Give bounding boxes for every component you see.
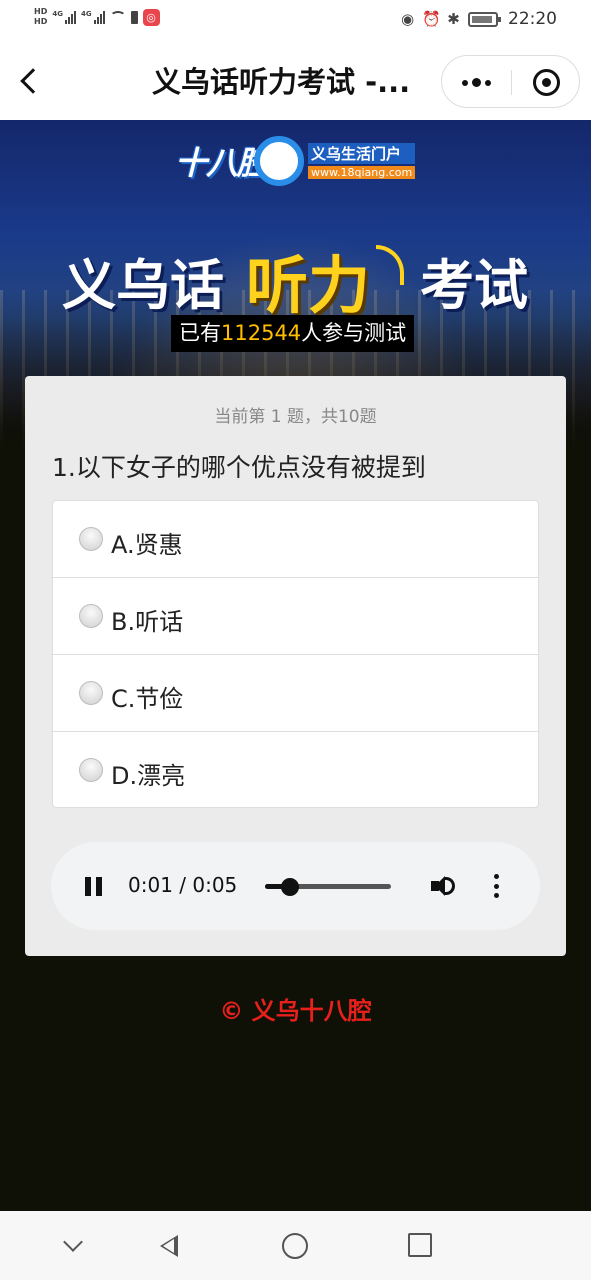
more-dots-icon[interactable] bbox=[442, 56, 511, 109]
network-label: 4G bbox=[52, 10, 63, 18]
title-part2: 考试 bbox=[420, 253, 529, 317]
signal-icon: 4G bbox=[52, 10, 76, 24]
system-nav-bar bbox=[0, 1211, 591, 1280]
seek-thumb[interactable] bbox=[281, 878, 300, 896]
capsule-divider bbox=[511, 70, 512, 95]
title-highlight: 听力 bbox=[246, 249, 371, 322]
status-time: 22:20 bbox=[508, 9, 557, 29]
question-text: 1.以下女子的哪个优点没有被提到 bbox=[52, 453, 426, 482]
bluetooth-icon: ✱ bbox=[447, 9, 460, 28]
magnifier-icon bbox=[254, 136, 305, 186]
logo-tagline-group: 义乌生活门户 www.18qiang.com bbox=[308, 143, 416, 179]
option-label: A.贤惠 bbox=[111, 531, 183, 559]
question-progress: 当前第 1 题，共10题 bbox=[214, 407, 377, 427]
nav-bar: 义乌话听力考试 -... bbox=[0, 42, 591, 120]
radio-button[interactable] bbox=[79, 527, 103, 551]
hide-nav-icon[interactable] bbox=[61, 1233, 87, 1259]
option-a[interactable]: A.贤惠 bbox=[53, 501, 538, 578]
more-vert-icon[interactable] bbox=[492, 874, 500, 898]
quiz-card: 当前第 1 题，共10题 1.以下女子的哪个优点没有被提到 A.贤惠 B.听话 … bbox=[25, 376, 566, 956]
hd-icon: HD HD bbox=[34, 7, 47, 27]
signal-icon: 4G bbox=[81, 10, 105, 24]
miniprogram-capsule bbox=[441, 55, 580, 108]
radio-button[interactable] bbox=[79, 758, 103, 782]
option-c[interactable]: C.节俭 bbox=[53, 655, 538, 732]
status-left: HD HD 4G 4G ◎ bbox=[34, 7, 160, 27]
notification-app-icon: ◎ bbox=[142, 8, 160, 26]
option-label: C.节俭 bbox=[111, 685, 184, 713]
option-b[interactable]: B.听话 bbox=[53, 578, 538, 655]
participants-prefix: 已有 bbox=[179, 321, 221, 345]
participant-count: 已有112544人参与测试 bbox=[171, 315, 415, 352]
copyright: © 义乌十八腔 bbox=[219, 997, 372, 1025]
hd-label: HD bbox=[34, 7, 48, 16]
audio-player: 0:01 / 0:05 bbox=[51, 842, 540, 930]
logo-url: www.18qiang.com bbox=[308, 166, 416, 179]
eye-icon: ◉ bbox=[400, 9, 415, 28]
battery-saver-icon bbox=[130, 10, 138, 24]
hd-label: HD bbox=[34, 17, 48, 26]
site-logo: 十八腔 义乌生活门户 www.18qiang.com bbox=[175, 136, 416, 186]
wifi-icon bbox=[109, 11, 126, 23]
participants-number: 112544 bbox=[221, 321, 302, 345]
audio-time: 0:01 / 0:05 bbox=[128, 873, 238, 897]
title-part1: 义乌话 bbox=[62, 253, 224, 317]
back-arrow-icon[interactable] bbox=[14, 62, 50, 98]
back-triangle-icon[interactable] bbox=[156, 1233, 182, 1259]
participants-suffix: 人参与测试 bbox=[301, 321, 407, 345]
page-title: 义乌话听力考试 -... bbox=[152, 65, 411, 99]
home-circle-icon[interactable] bbox=[282, 1233, 308, 1259]
network-label: 4G bbox=[80, 10, 92, 18]
seek-bar[interactable] bbox=[265, 878, 391, 896]
status-bar: HD HD 4G 4G ◎ ◉ ⏰ ✱ 22:20 bbox=[0, 0, 591, 42]
banner-title: 义乌话 听力 考试 bbox=[62, 240, 542, 322]
sound-waves-icon bbox=[376, 245, 405, 285]
status-right: ◉ ⏰ ✱ 22:20 bbox=[399, 9, 557, 29]
radio-button[interactable] bbox=[79, 681, 103, 705]
pause-icon[interactable] bbox=[85, 877, 102, 896]
close-miniprogram-icon[interactable] bbox=[533, 69, 560, 96]
logo-tagline: 义乌生活门户 bbox=[308, 143, 416, 164]
alarm-icon: ⏰ bbox=[422, 9, 441, 28]
option-label: B.听话 bbox=[111, 608, 184, 636]
option-d[interactable]: D.漂亮 bbox=[53, 732, 538, 809]
battery-icon bbox=[468, 11, 501, 27]
radio-button[interactable] bbox=[79, 604, 103, 628]
option-label: D.漂亮 bbox=[111, 762, 186, 790]
volume-icon[interactable] bbox=[431, 874, 459, 898]
answer-options: A.贤惠 B.听话 C.节俭 D.漂亮 bbox=[52, 500, 539, 808]
recent-apps-icon[interactable] bbox=[408, 1233, 432, 1257]
